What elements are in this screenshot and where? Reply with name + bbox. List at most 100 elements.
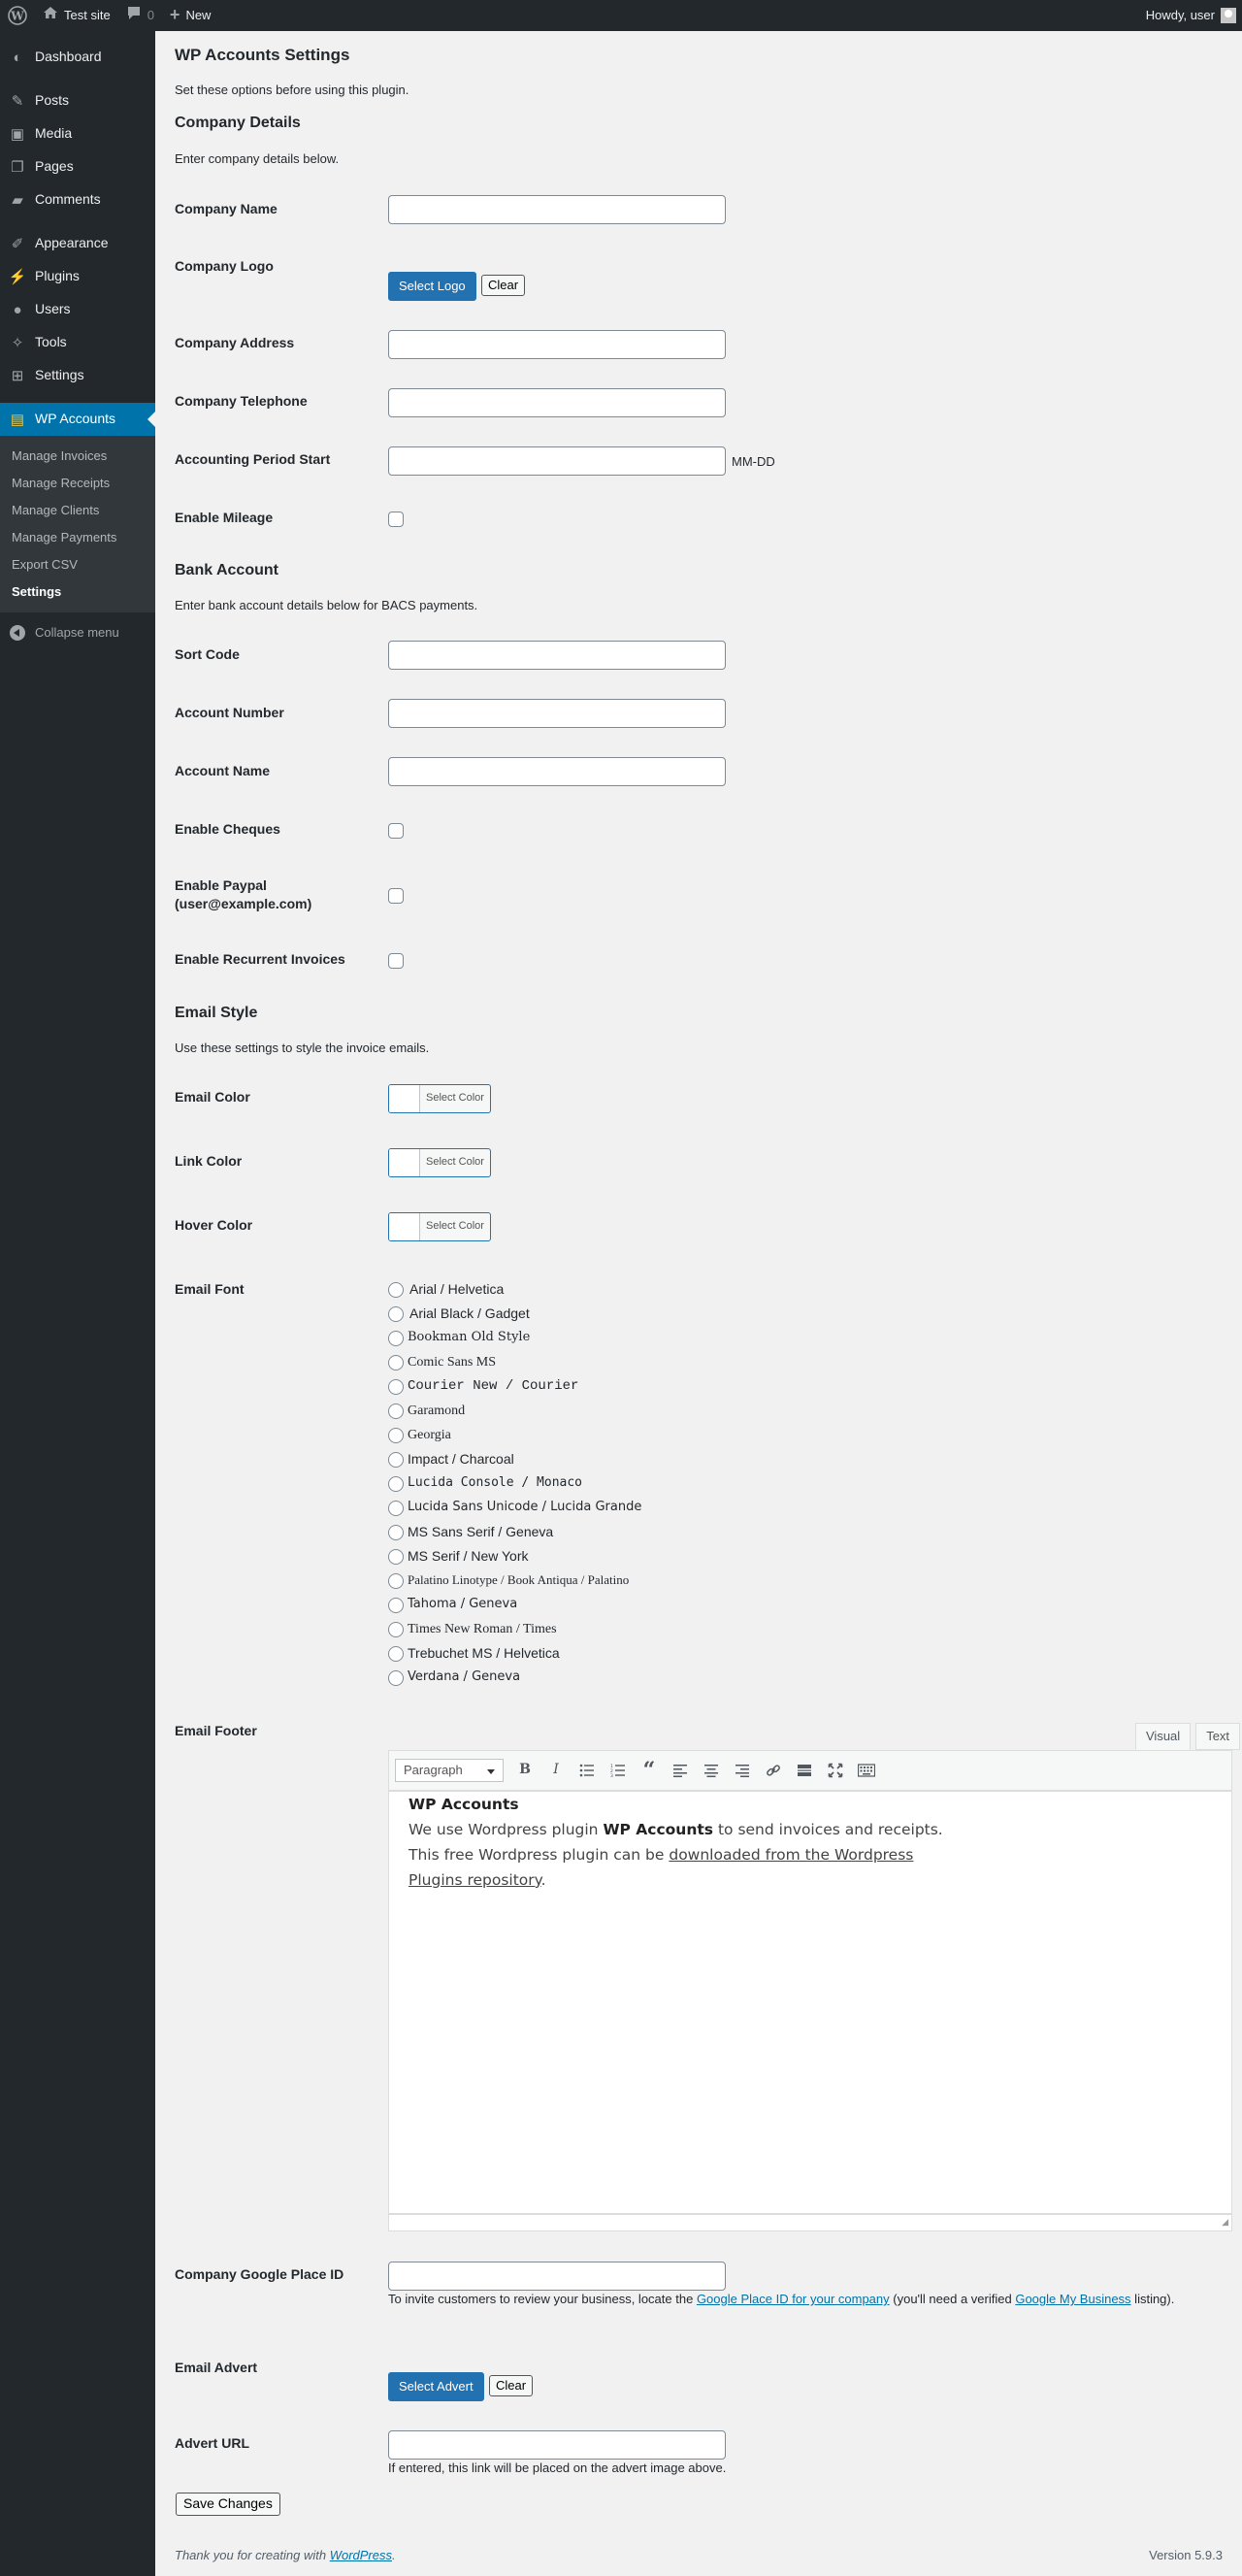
radio-button[interactable]: [388, 1572, 404, 1589]
radio-button[interactable]: [388, 1475, 404, 1492]
font-option[interactable]: Palatino Linotype / Book Antiqua / Palat…: [388, 1569, 641, 1593]
google-place-id-link[interactable]: Google Place ID for your company: [697, 2292, 890, 2306]
keyboard-icon[interactable]: [851, 1756, 882, 1785]
clear-advert-button[interactable]: Clear: [489, 2375, 534, 2396]
radio-button[interactable]: [388, 1524, 404, 1540]
font-option[interactable]: Comic Sans MS: [388, 1350, 641, 1374]
radio-button[interactable]: [388, 1427, 404, 1443]
fullscreen-icon[interactable]: [820, 1756, 851, 1785]
enable-recurrent-checkbox[interactable]: [388, 953, 404, 969]
font-option[interactable]: Bookman Old Style: [388, 1326, 641, 1350]
tab-text[interactable]: Text: [1195, 1723, 1241, 1750]
sidebar-item-plugins[interactable]: ⚡ Plugins: [0, 260, 155, 293]
numbered-list-icon[interactable]: 123: [603, 1756, 634, 1785]
hover-color-picker[interactable]: Select Color: [388, 1212, 491, 1241]
email-color-picker[interactable]: Select Color: [388, 1084, 491, 1113]
account-number-input[interactable]: [388, 699, 726, 728]
font-option[interactable]: Courier New / Courier: [388, 1374, 641, 1399]
submenu-manage-payments[interactable]: Manage Payments: [0, 524, 155, 551]
submenu-manage-invoices[interactable]: Manage Invoices: [0, 443, 155, 470]
radio-button[interactable]: [388, 1645, 404, 1662]
font-option-label: Arial / Helvetica: [409, 1280, 505, 1297]
save-changes-button[interactable]: Save Changes: [176, 2493, 280, 2516]
submenu-export-csv[interactable]: Export CSV: [0, 551, 155, 578]
enable-paypal-checkbox[interactable]: [388, 888, 404, 904]
format-select[interactable]: Paragraph: [395, 1759, 504, 1782]
link-icon[interactable]: [758, 1756, 789, 1785]
google-place-input[interactable]: [388, 2262, 726, 2291]
sidebar-item-tools[interactable]: ✧ Tools: [0, 326, 155, 359]
font-option[interactable]: Tahoma / Geneva: [388, 1593, 641, 1617]
submenu-manage-receipts[interactable]: Manage Receipts: [0, 470, 155, 497]
sidebar-item-posts[interactable]: ✎ Posts: [0, 84, 155, 117]
select-logo-button[interactable]: Select Logo: [388, 272, 476, 301]
radio-button[interactable]: [388, 1548, 404, 1565]
enable-cheques-checkbox[interactable]: [388, 823, 404, 839]
my-account-link[interactable]: Howdy, user: [1138, 0, 1242, 31]
link-color-picker[interactable]: Select Color: [388, 1148, 491, 1177]
radio-button[interactable]: [388, 1403, 404, 1419]
radio-button[interactable]: [388, 1621, 404, 1637]
align-left-icon[interactable]: [665, 1756, 696, 1785]
font-option[interactable]: Lucida Sans Unicode / Lucida Grande: [388, 1496, 641, 1520]
radio-button[interactable]: [388, 1597, 404, 1613]
google-my-business-link[interactable]: Google My Business: [1015, 2292, 1130, 2306]
advert-url-input[interactable]: [388, 2430, 726, 2460]
align-right-icon[interactable]: [727, 1756, 758, 1785]
sidebar-item-wp-accounts[interactable]: ▤ WP Accounts: [0, 403, 155, 436]
radio-button[interactable]: [388, 1330, 404, 1346]
accounting-period-input[interactable]: [388, 446, 726, 476]
collapse-menu-button[interactable]: Collapse menu: [0, 616, 155, 649]
radio-button[interactable]: [388, 1305, 404, 1322]
company-address-input[interactable]: [388, 330, 726, 359]
radio-button[interactable]: [388, 1451, 404, 1468]
font-option[interactable]: Lucida Console / Monaco: [388, 1471, 641, 1496]
bold-icon[interactable]: B: [509, 1756, 540, 1785]
site-name-link[interactable]: Test site: [35, 0, 118, 31]
sidebar-item-appearance[interactable]: ✐ Appearance: [0, 227, 155, 260]
font-option[interactable]: Impact / Charcoal: [388, 1447, 641, 1471]
comments-link[interactable]: 0: [118, 0, 162, 31]
account-name-input[interactable]: [388, 757, 726, 786]
font-option[interactable]: Arial / Helvetica: [388, 1277, 641, 1302]
sidebar-item-users[interactable]: ● Users: [0, 293, 155, 326]
font-option[interactable]: Georgia: [388, 1423, 641, 1447]
sidebar-item-pages[interactable]: ❐ Pages: [0, 150, 155, 183]
radio-button[interactable]: [388, 1281, 404, 1298]
wordpress-logo-icon[interactable]: W: [0, 0, 35, 31]
clear-logo-button[interactable]: Clear: [481, 275, 526, 296]
submenu-manage-clients[interactable]: Manage Clients: [0, 497, 155, 524]
resize-handle-icon[interactable]: ◢: [1222, 2216, 1228, 2229]
font-option[interactable]: MS Sans Serif / Geneva: [388, 1520, 641, 1544]
wordpress-link[interactable]: WordPress: [330, 2548, 392, 2562]
new-content-link[interactable]: + New: [162, 0, 219, 31]
svg-text:W: W: [10, 10, 24, 23]
sidebar-item-comments[interactable]: ▰ Comments: [0, 183, 155, 216]
font-option[interactable]: Trebuchet MS / Helvetica: [388, 1641, 641, 1666]
sidebar-item-dashboard[interactable]: ◐ Dashboard: [0, 41, 155, 74]
sidebar-item-settings[interactable]: ⊞ Settings: [0, 359, 155, 392]
font-option[interactable]: Verdana / Geneva: [388, 1666, 641, 1690]
tab-visual[interactable]: Visual: [1135, 1723, 1192, 1750]
italic-icon[interactable]: I: [540, 1756, 572, 1785]
align-center-icon[interactable]: [696, 1756, 727, 1785]
submenu-settings[interactable]: Settings: [0, 578, 155, 606]
enable-mileage-checkbox[interactable]: [388, 512, 404, 527]
font-option[interactable]: Times New Roman / Times: [388, 1617, 641, 1641]
email-footer-label: Email Footer: [175, 1723, 257, 1738]
font-option[interactable]: MS Serif / New York: [388, 1544, 641, 1569]
radio-button[interactable]: [388, 1500, 404, 1516]
radio-button[interactable]: [388, 1669, 404, 1686]
company-telephone-input[interactable]: [388, 388, 726, 417]
blockquote-icon[interactable]: “: [634, 1756, 665, 1785]
select-advert-button[interactable]: Select Advert: [388, 2372, 484, 2401]
font-option[interactable]: Arial Black / Gadget: [388, 1302, 641, 1326]
read-more-icon[interactable]: [789, 1756, 820, 1785]
radio-button[interactable]: [388, 1378, 404, 1395]
bullet-list-icon[interactable]: [572, 1756, 603, 1785]
radio-button[interactable]: [388, 1354, 404, 1371]
font-option[interactable]: Garamond: [388, 1399, 641, 1423]
sidebar-item-media[interactable]: ▣ Media: [0, 117, 155, 150]
sort-code-input[interactable]: [388, 641, 726, 670]
company-name-input[interactable]: [388, 195, 726, 224]
